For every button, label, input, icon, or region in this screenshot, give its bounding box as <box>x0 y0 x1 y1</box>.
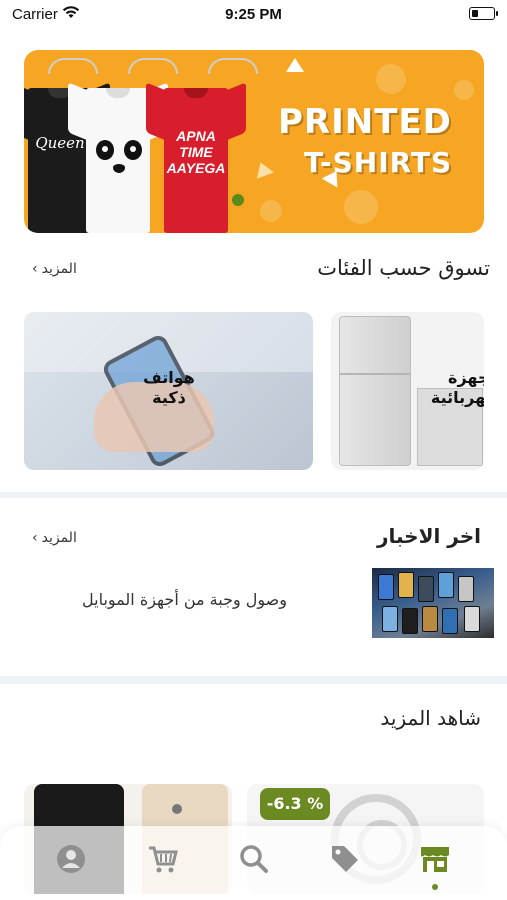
tab-profile[interactable] <box>54 842 88 876</box>
carousel-indicator[interactable] <box>230 192 246 208</box>
tab-offers[interactable] <box>328 842 362 876</box>
news-section: اخر الاخبار ‹ المزيد وصول وجبة من أجهزة ا… <box>0 498 507 676</box>
tag-icon <box>332 846 358 872</box>
fridge-image <box>339 316 411 466</box>
home-top-section: Queen APNA TIME AAYEGA PRINTED T-SHIRTS … <box>0 30 507 492</box>
category-card-smartphones[interactable]: هواتف ذكية <box>24 312 313 470</box>
tab-search[interactable] <box>237 842 271 876</box>
bottom-tab-bar <box>0 826 507 900</box>
tshirt-print-slogan: APNA TIME AAYEGA <box>166 128 226 176</box>
tab-cart[interactable] <box>146 842 180 876</box>
news-thumbnail[interactable] <box>372 568 494 638</box>
cart-icon <box>149 846 178 873</box>
tshirt-red-image: APNA TIME AAYEGA <box>146 70 246 233</box>
search-icon <box>240 845 268 873</box>
profile-icon <box>57 845 85 873</box>
active-tab-indicator <box>432 884 438 890</box>
categories-more-link[interactable]: ‹ المزيد <box>32 261 77 277</box>
panda-face-icon <box>96 140 142 186</box>
news-headline[interactable]: وصول وجبة من أجهزة الموبايل <box>82 590 287 609</box>
chevron-left-icon: ‹ <box>32 261 38 277</box>
news-more-link[interactable]: ‹ المزيد <box>32 530 77 546</box>
see-more-title: شاهد المزيد <box>380 706 481 730</box>
news-title: اخر الاخبار <box>376 524 481 548</box>
store-icon <box>421 847 449 872</box>
chevron-left-icon: ‹ <box>32 530 38 546</box>
category-label: أجهزة كهربائية <box>430 368 484 407</box>
status-bar: Carrier 9:25 PM <box>0 0 507 30</box>
banner-headline: PRINTED T-SHIRTS <box>278 102 453 179</box>
promo-banner[interactable]: Queen APNA TIME AAYEGA PRINTED T-SHIRTS <box>24 50 484 233</box>
discount-badge: -6.3 % <box>260 788 330 820</box>
category-card-appliances[interactable]: أجهزة كهربائية <box>331 312 484 470</box>
battery-icon <box>469 7 498 20</box>
category-label: هواتف ذكية <box>143 368 195 407</box>
clock: 9:25 PM <box>225 6 282 23</box>
categories-title: تسوق حسب الفئات <box>317 256 490 280</box>
tab-store[interactable] <box>418 842 452 876</box>
